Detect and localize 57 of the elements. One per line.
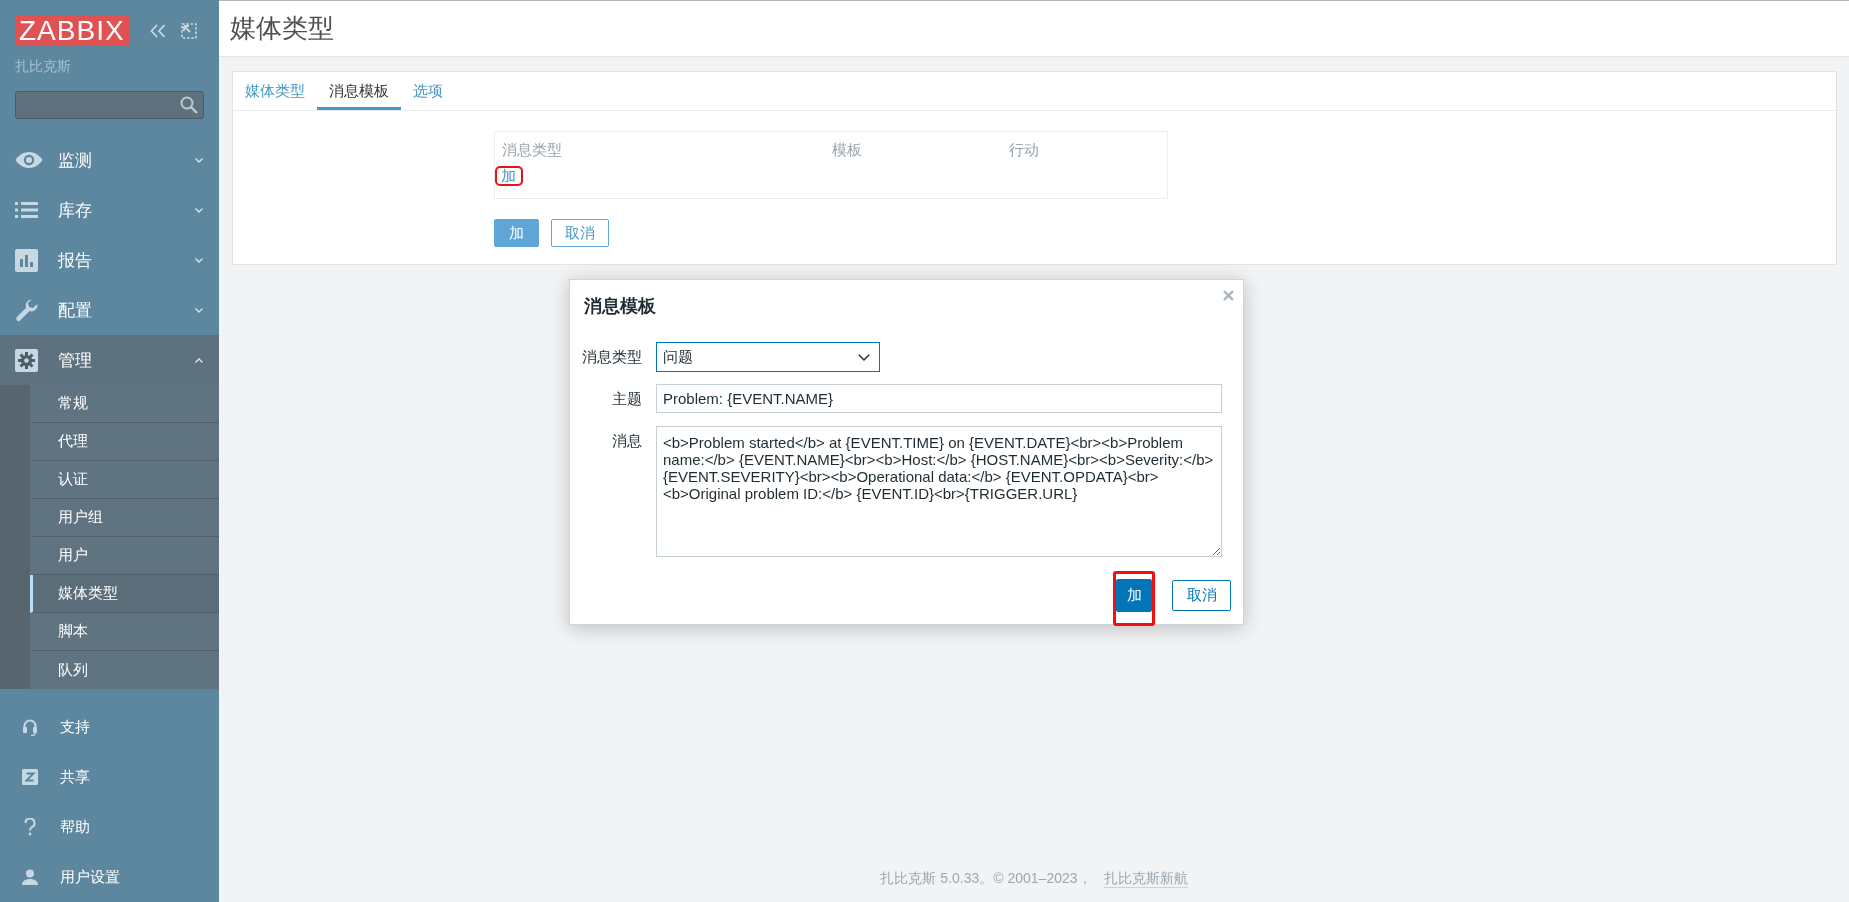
- bar-chart-icon: [15, 248, 38, 272]
- sidebar-link[interactable]: 帮助: [0, 802, 219, 852]
- sidebar-link[interactable]: 共享: [0, 752, 219, 802]
- add-link[interactable]: 加: [501, 167, 516, 184]
- search-field[interactable]: [15, 91, 204, 119]
- dialog-title: 消息模板: [584, 295, 656, 317]
- search-icon[interactable]: [180, 96, 198, 114]
- field-label: 主题: [612, 389, 642, 409]
- tab[interactable]: 选项: [401, 72, 455, 110]
- wrench-icon: [15, 298, 38, 322]
- list-icon: [15, 202, 38, 218]
- text-input[interactable]: Problem: {EVENT.NAME}: [656, 384, 1222, 413]
- submenu-item[interactable]: 脚本: [30, 613, 219, 651]
- sidebar-link[interactable]: 支持: [0, 702, 219, 752]
- cancel-button[interactable]: 取消: [551, 219, 609, 247]
- submenu-item[interactable]: 用户组: [30, 499, 219, 537]
- chevron-down-icon: [195, 257, 203, 263]
- letter-tile-icon: [22, 769, 38, 785]
- logo[interactable]: ZABBIX: [15, 16, 129, 45]
- submenu-item[interactable]: 代理: [30, 423, 219, 461]
- sidebar-link[interactable]: 用户设置: [0, 852, 219, 902]
- tab[interactable]: 消息模板: [317, 72, 401, 110]
- dropdown-select[interactable]: 问题: [656, 342, 880, 372]
- menu-item[interactable]: 报告: [0, 235, 219, 285]
- chevron-down-icon: [195, 307, 203, 313]
- column-header: 模板: [832, 140, 863, 160]
- chevron-down-icon: [195, 207, 203, 213]
- menu-item[interactable]: 库存: [0, 185, 219, 235]
- message-textarea[interactable]: <b>Problem started</b> at {EVENT.TIME} on {EVENT.DATE}<br><b>Problem name:</b> {EVENT.NAME}<br><b>Host:</b> {HOST.NAME}<br><b>Severity:</b> {EVENT.SEVERITY}<br><b>Operational data:</b> {EVENT.OPDATA}<br><b>Original problem ID:</b> {EVENT.ID}<br>{TRIGGER.URL}: [656, 426, 1222, 557]
- gear-icon: [15, 348, 38, 372]
- server-name: 扎比克斯: [15, 57, 72, 75]
- submit-button[interactable]: 加: [1116, 579, 1152, 612]
- footer-copyright: 扎比克斯 5.0.33。© 2001–2023，: [880, 870, 1092, 888]
- column-header: 消息类型: [502, 140, 563, 160]
- headset-icon: [22, 718, 38, 736]
- close-icon[interactable]: [1223, 290, 1234, 301]
- field-label: 消息: [612, 431, 642, 451]
- submenu-item[interactable]: 认证: [30, 461, 219, 499]
- chevron-down-icon: [858, 353, 870, 361]
- submit-button[interactable]: 加: [494, 219, 539, 247]
- submenu-item[interactable]: 常规: [30, 385, 219, 423]
- menu-item[interactable]: 管理: [0, 335, 219, 385]
- double-chevron-icon[interactable]: [149, 23, 166, 38]
- menu-item[interactable]: 配置: [0, 285, 219, 335]
- submenu-item[interactable]: 媒体类型: [30, 575, 219, 613]
- column-header: 行动: [1009, 140, 1040, 160]
- person-icon: [22, 869, 38, 885]
- eye-icon: [15, 151, 43, 169]
- chevron-up-icon: [195, 357, 203, 363]
- submenu-item[interactable]: 队列: [30, 651, 219, 689]
- tab[interactable]: 媒体类型: [233, 72, 317, 110]
- page-title: 媒体类型: [230, 12, 334, 45]
- field-label: 消息类型: [582, 347, 642, 367]
- cancel-button[interactable]: 取消: [1172, 580, 1231, 611]
- menu-item[interactable]: 监测: [0, 135, 219, 185]
- chevron-down-icon: [195, 157, 203, 163]
- help-icon: [24, 818, 36, 836]
